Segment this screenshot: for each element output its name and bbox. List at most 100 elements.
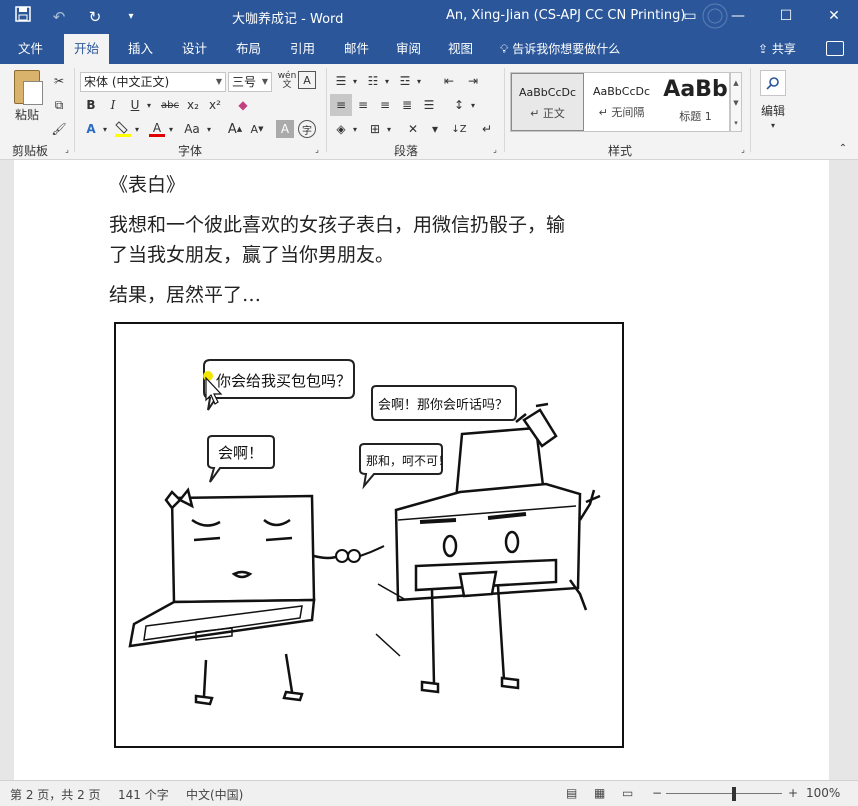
shrink-font-button[interactable]: A ▼ xyxy=(246,118,268,140)
align-center-icon[interactable]: ≡ xyxy=(352,94,374,116)
dialog-launcher-icon[interactable]: ⌟ xyxy=(738,144,748,154)
document-page[interactable]: 《表白》 我想和一个彼此喜欢的女孩子表白，用微信扔骰子，输 了当我女朋友，赢了当… xyxy=(14,160,829,780)
tab-layout[interactable]: 布局 xyxy=(226,34,271,64)
editing-button[interactable]: 编辑 xyxy=(756,102,790,118)
chevron-down-icon[interactable]: ▾ xyxy=(384,118,394,140)
paste-icon[interactable] xyxy=(14,70,43,105)
style-heading-1[interactable]: AaBb 标题 1 xyxy=(659,73,732,131)
share-button[interactable]: ⇪ 共享 xyxy=(758,34,796,64)
styles-scroll[interactable]: ▲ ▼ ▾ xyxy=(730,72,742,132)
font-color-icon[interactable]: A xyxy=(146,118,168,140)
tab-mailings[interactable]: 邮件 xyxy=(334,34,379,64)
paragraph-group-label: 段落 xyxy=(394,144,419,158)
tab-design[interactable]: 设计 xyxy=(172,34,217,64)
customize-qat-icon[interactable]: ▾ xyxy=(120,6,142,28)
redo-icon[interactable]: ↻ xyxy=(84,6,106,28)
zoom-level[interactable]: 100% xyxy=(806,786,840,800)
restore-button[interactable]: ☐ xyxy=(762,0,810,34)
justify-icon[interactable]: ≣ xyxy=(396,94,418,116)
character-shading-icon[interactable]: A xyxy=(276,120,294,138)
read-mode-icon[interactable]: ▤ xyxy=(566,786,577,800)
comments-icon[interactable] xyxy=(826,41,844,56)
distributed-icon[interactable]: ☰ xyxy=(418,94,440,116)
tab-home[interactable]: 开始 xyxy=(64,34,110,64)
style-normal[interactable]: AaBbCcDc ↵ 正文 xyxy=(511,73,584,131)
tell-me-box[interactable]: 💡︎ 告诉我你想要做什么 xyxy=(500,34,620,64)
change-case-button[interactable]: Aa xyxy=(180,118,204,140)
multilevel-list-icon[interactable]: ☲ xyxy=(394,70,416,92)
borders-icon[interactable]: ⊞ xyxy=(364,118,386,140)
web-layout-icon[interactable]: ▭ xyxy=(622,786,633,800)
search-icon[interactable] xyxy=(760,70,786,96)
chevron-down-icon[interactable]: ▾ xyxy=(766,120,780,130)
superscript-button[interactable]: x² xyxy=(204,94,226,116)
highlight-color-icon[interactable] xyxy=(112,118,134,140)
minimize-button[interactable]: — xyxy=(714,0,762,34)
chevron-down-icon[interactable]: ▾ xyxy=(382,70,392,92)
phonetic-guide-button[interactable]: wén 文 xyxy=(276,70,298,92)
shading-icon[interactable]: ◈ xyxy=(330,118,352,140)
italic-button[interactable]: I xyxy=(102,94,124,116)
zoom-out-icon[interactable]: − xyxy=(652,786,662,800)
save-icon[interactable] xyxy=(12,6,34,28)
style-no-spacing[interactable]: AaBbCcDc ↵ 无间隔 xyxy=(585,73,658,131)
align-right-icon[interactable]: ≡ xyxy=(374,94,396,116)
chevron-down-icon[interactable]: ▾ xyxy=(350,70,360,92)
strikethrough-button[interactable]: abc xyxy=(158,94,182,116)
copy-icon[interactable]: ⧉ xyxy=(48,94,70,116)
bold-button[interactable]: B xyxy=(80,94,102,116)
enclose-characters-button[interactable]: 字 xyxy=(298,120,316,138)
comic-image[interactable]: 你会给我买包包吗？ 会啊！ 会啊！那你会听话吗？ 那和，呵不可！ xyxy=(114,322,624,748)
chevron-down-icon[interactable]: ▾ xyxy=(132,118,142,140)
chevron-down-icon[interactable]: ▾ xyxy=(468,94,478,116)
close-button[interactable]: ✕ xyxy=(810,0,858,34)
cut-icon[interactable]: ✂ xyxy=(48,70,70,92)
print-layout-icon[interactable]: ▦ xyxy=(594,786,605,800)
text-effects-icon[interactable]: A xyxy=(80,118,102,140)
tab-references[interactable]: 引用 xyxy=(280,34,325,64)
paste-button[interactable]: 粘贴 xyxy=(12,106,42,122)
subscript-button[interactable]: x₂ xyxy=(182,94,204,116)
dialog-launcher-icon[interactable]: ⌟ xyxy=(62,144,72,154)
chevron-down-icon[interactable]: ▾ xyxy=(204,118,214,140)
numbering-icon[interactable]: ☷ xyxy=(362,70,384,92)
sort-icon[interactable]: ↓Z xyxy=(448,118,470,140)
align-left-icon[interactable]: ≡ xyxy=(330,94,352,116)
grow-font-button[interactable]: A ▲ xyxy=(224,118,246,140)
line-spacing-icon[interactable]: ↕ xyxy=(448,94,470,116)
ribbon-display-options-icon[interactable]: ▭ xyxy=(666,0,714,34)
font-size-dropdown[interactable]: 三号 ▼ xyxy=(228,72,272,92)
character-border-icon[interactable]: A xyxy=(298,71,316,89)
dialog-launcher-icon[interactable]: ⌟ xyxy=(490,144,500,154)
zoom-in-icon[interactable]: + xyxy=(788,786,798,800)
chinese-layout-icon[interactable]: ✕ xyxy=(402,118,424,140)
underline-dropdown-icon[interactable]: ▾ xyxy=(144,94,154,116)
increase-indent-icon[interactable]: ⇥ xyxy=(462,70,484,92)
underline-button[interactable]: U xyxy=(124,94,146,116)
dialog-launcher-icon[interactable]: ⌟ xyxy=(312,144,322,154)
tab-insert[interactable]: 插入 xyxy=(118,34,163,64)
chevron-down-icon[interactable]: ▾ xyxy=(166,118,176,140)
tab-view[interactable]: 视图 xyxy=(438,34,483,64)
word-count[interactable]: 141 个字 xyxy=(118,786,169,803)
font-name-dropdown[interactable]: 宋体 (中文正文) ▼ xyxy=(80,72,226,92)
format-painter-icon[interactable]: 🖌︎ xyxy=(48,118,70,140)
language-indicator[interactable]: 中文(中国) xyxy=(186,786,243,803)
chevron-down-icon[interactable]: ▾ xyxy=(350,118,360,140)
chevron-down-icon[interactable]: ▾ xyxy=(414,70,424,92)
zoom-slider[interactable] xyxy=(666,793,782,794)
user-account[interactable]: An, Xing-Jian (CS-APJ CC CN Printing) xyxy=(446,8,685,23)
clear-formatting-icon[interactable]: ◆ xyxy=(232,94,254,116)
tab-review[interactable]: 审阅 xyxy=(386,34,431,64)
collapse-ribbon-icon[interactable]: ⌃ xyxy=(836,142,850,154)
undo-icon[interactable]: ↶ xyxy=(48,6,70,28)
zoom-slider-thumb[interactable] xyxy=(732,787,736,801)
chevron-down-icon[interactable]: ▾ xyxy=(100,118,110,140)
bullets-icon[interactable]: ☰ xyxy=(330,70,352,92)
status-bar: 第 2 页，共 2 页 141 个字 中文(中国) ▤ ▦ ▭ − + 100% xyxy=(0,780,858,806)
decrease-indent-icon[interactable]: ⇤ xyxy=(438,70,460,92)
show-formatting-icon[interactable]: ↵ xyxy=(476,118,498,140)
page-count[interactable]: 第 2 页，共 2 页 xyxy=(10,786,101,803)
tab-file[interactable]: 文件 xyxy=(8,34,53,64)
chevron-down-icon[interactable]: ▾ xyxy=(424,118,446,140)
